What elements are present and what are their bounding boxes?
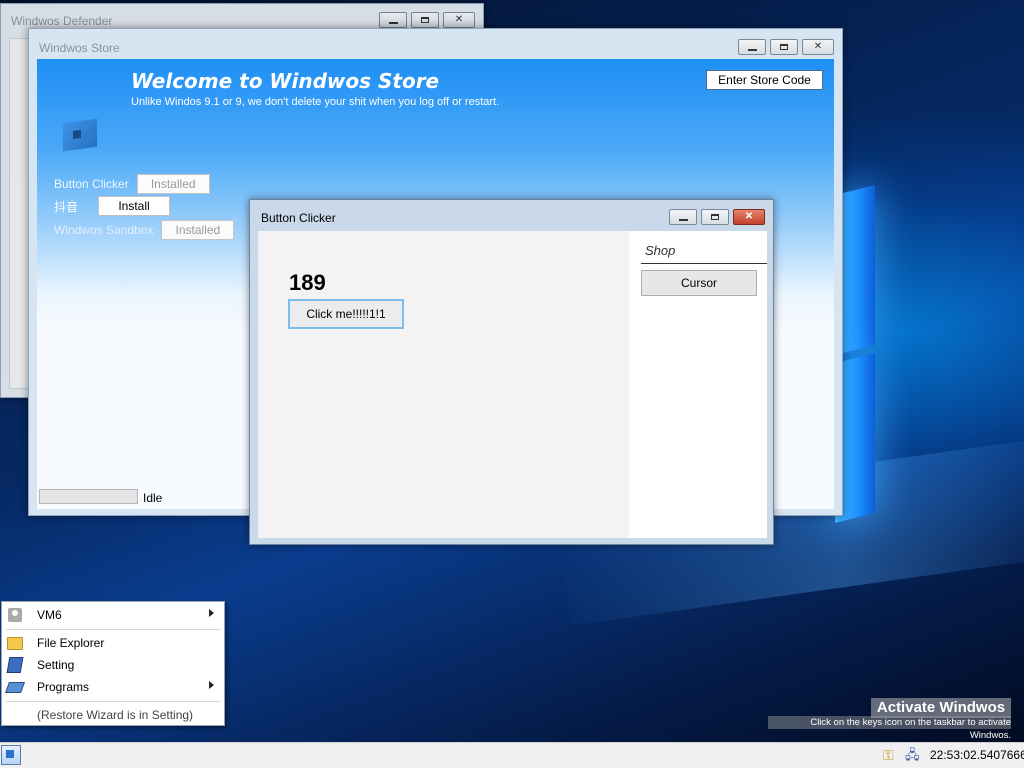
clicker-maximize-button[interactable] bbox=[701, 209, 729, 225]
enter-store-code-button[interactable]: Enter Store Code bbox=[706, 70, 823, 90]
menu-separator bbox=[6, 701, 220, 702]
restore-wizard-hint: (Restore Wizard is in Setting) bbox=[37, 708, 194, 722]
store-app-name: 抖音 bbox=[54, 199, 79, 214]
network-icon[interactable]: 🖧 bbox=[905, 747, 921, 763]
menu-item-label: Programs bbox=[37, 680, 90, 694]
clicker-minimize-button[interactable] bbox=[669, 209, 697, 225]
store-app-install-button[interactable]: Install bbox=[98, 196, 171, 216]
start-menu-footer: (Restore Wizard is in Setting) bbox=[2, 704, 224, 726]
defender-window-title: Windwos Defender bbox=[11, 14, 113, 28]
store-app-name: Windwos Sandbox bbox=[54, 223, 154, 237]
activate-watermark-message: Click on the keys icon on the taskbar to… bbox=[768, 716, 1011, 741]
clicker-window[interactable]: Button Clicker ✕ 189 Click me!!!!!1!1 Sh… bbox=[249, 199, 774, 545]
defender-close-button[interactable]: ✕ bbox=[443, 12, 475, 28]
store-app-installed-button[interactable]: Installed bbox=[136, 174, 210, 194]
taskbar: ⚿ 🖧 22:53:02.5407666 bbox=[0, 742, 1024, 768]
store-status-text: Idle bbox=[143, 491, 163, 505]
store-progress-bar bbox=[39, 489, 138, 504]
store-heading: Welcome to Windwos Store bbox=[131, 69, 440, 93]
programs-icon bbox=[4, 679, 26, 695]
store-app-row: Windwos Sandbox Installed bbox=[54, 220, 235, 240]
menu-separator bbox=[6, 629, 220, 630]
start-menu-item-setting[interactable]: Setting bbox=[2, 654, 224, 676]
setting-icon bbox=[6, 657, 24, 673]
store-app-installed-button[interactable]: Installed bbox=[161, 220, 235, 240]
keys-icon[interactable]: ⚿ bbox=[883, 747, 899, 763]
defender-minimize-button[interactable] bbox=[379, 12, 407, 28]
shop-panel: Shop Cursor bbox=[629, 231, 767, 538]
start-menu: VM6 File Explorer Setting Programs (Rest… bbox=[1, 601, 225, 726]
defender-maximize-button[interactable] bbox=[411, 12, 439, 28]
menu-item-label: File Explorer bbox=[37, 636, 105, 650]
folder-icon bbox=[7, 635, 23, 651]
store-app-row: 抖音 Install bbox=[54, 196, 171, 216]
store-app-name: Button Clicker bbox=[54, 177, 129, 191]
submenu-arrow-icon bbox=[209, 609, 214, 617]
activate-watermark-title: Activate Windwos bbox=[871, 698, 1011, 718]
click-score: 189 bbox=[289, 270, 326, 295]
start-menu-item-programs[interactable]: Programs bbox=[2, 676, 224, 698]
store-window-title: Windwos Store bbox=[39, 41, 120, 55]
start-button[interactable] bbox=[1, 745, 21, 765]
user-icon bbox=[7, 607, 23, 623]
submenu-arrow-icon bbox=[209, 681, 214, 689]
start-menu-item-vm6[interactable]: VM6 bbox=[2, 604, 224, 626]
desktop: Windwos Defender ✕ Windwos Store ✕ Welco… bbox=[0, 0, 1024, 742]
start-menu-item-file-explorer[interactable]: File Explorer bbox=[2, 632, 224, 654]
store-subtitle: Unlike Windos 9.1 or 9, we don't delete … bbox=[131, 96, 500, 108]
clicker-client-area: 189 Click me!!!!!1!1 Shop Cursor bbox=[258, 231, 767, 538]
clicker-close-button[interactable]: ✕ bbox=[733, 209, 765, 225]
store-close-button[interactable]: ✕ bbox=[802, 39, 834, 55]
taskbar-clock[interactable]: 22:53:02.5407666 bbox=[930, 748, 1024, 762]
menu-item-label: Setting bbox=[37, 658, 75, 672]
store-minimize-button[interactable] bbox=[738, 39, 766, 55]
shop-title: Shop bbox=[645, 243, 676, 258]
store-maximize-button[interactable] bbox=[770, 39, 798, 55]
clicker-window-title: Button Clicker bbox=[261, 211, 336, 225]
shop-cursor-button[interactable]: Cursor bbox=[641, 270, 757, 296]
shop-divider bbox=[641, 263, 767, 264]
store-logo-icon bbox=[63, 118, 97, 152]
menu-item-label: VM6 bbox=[37, 608, 62, 622]
store-app-row: Button Clicker Installed bbox=[54, 174, 210, 194]
click-me-button[interactable]: Click me!!!!!1!1 bbox=[288, 299, 404, 329]
